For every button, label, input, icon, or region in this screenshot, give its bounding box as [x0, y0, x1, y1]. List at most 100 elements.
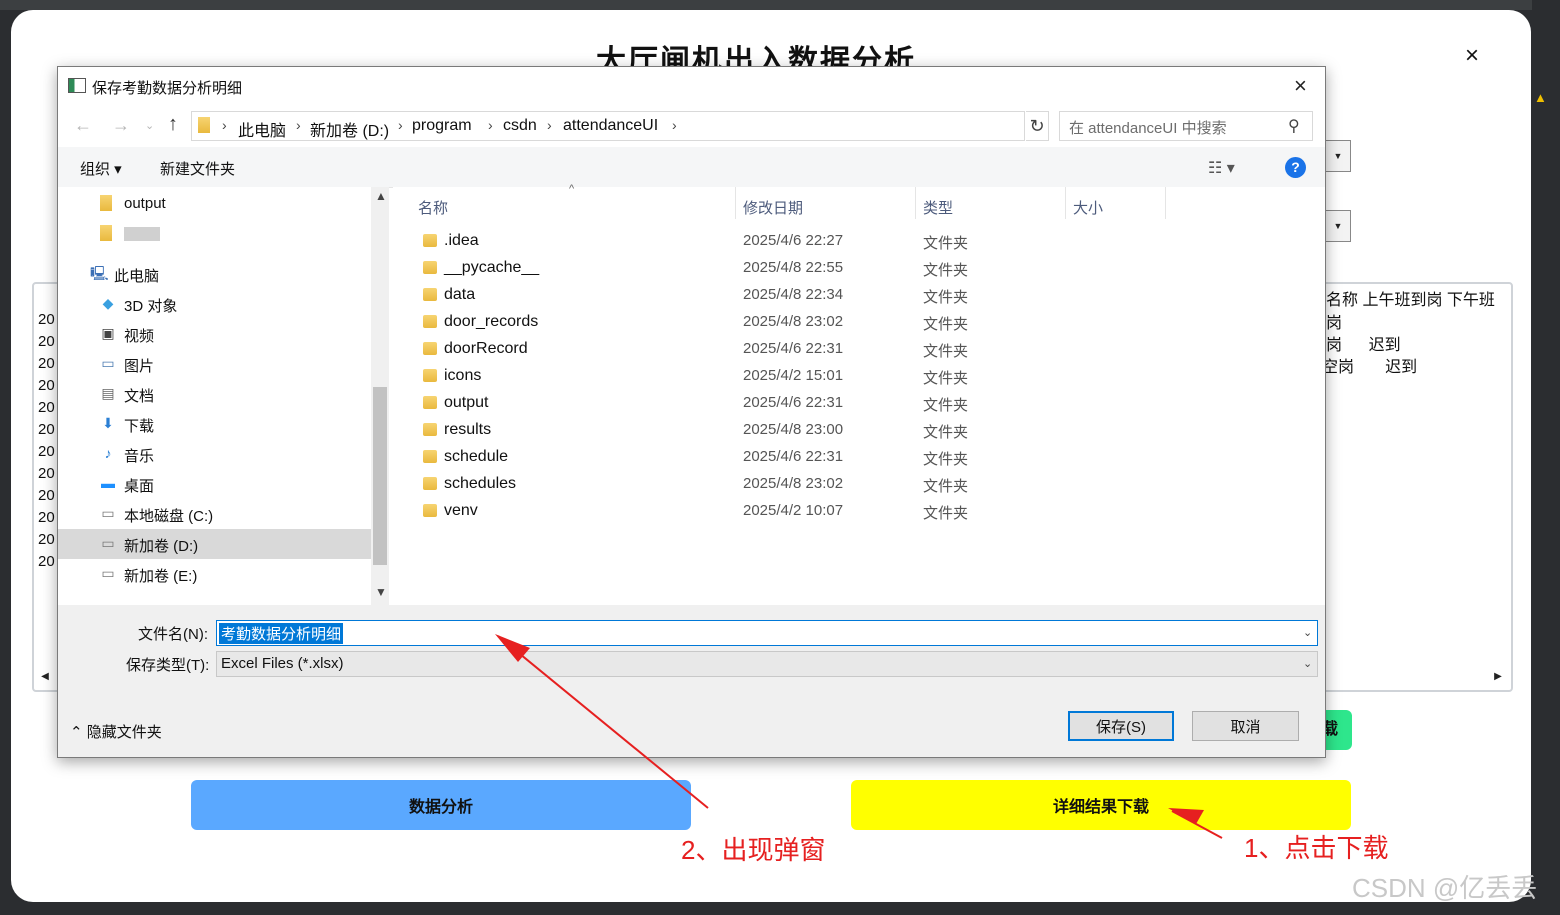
filetype-select[interactable]: Excel Files (*.xlsx) ⌄	[216, 651, 1318, 677]
nav-item[interactable]: ◆ 3D 对象	[58, 289, 371, 319]
file-type: 文件夹	[923, 451, 969, 468]
combo-dropdown[interactable]: ▼	[1326, 210, 1351, 242]
column-divider[interactable]	[1165, 187, 1166, 219]
scroll-up-icon[interactable]: ▲	[375, 189, 387, 203]
nav-item-label: 桌面	[124, 478, 155, 495]
file-row[interactable]: data 2025/4/8 22:34 文件夹	[403, 282, 1303, 309]
back-arrow-icon[interactable]: ←	[74, 115, 92, 136]
file-name: data	[444, 286, 476, 303]
year-prefix: 20	[38, 333, 55, 350]
file-type: 文件夹	[923, 424, 969, 441]
file-date: 2025/4/8 22:34	[743, 286, 844, 303]
file-type: 文件夹	[923, 343, 969, 360]
drive-icon: ▭	[101, 565, 115, 581]
save-button[interactable]: 保存(S)	[1068, 711, 1174, 741]
column-header-type[interactable]: 类型	[923, 197, 953, 218]
folder-icon	[423, 261, 437, 274]
search-icon[interactable]: ⚲	[1288, 116, 1300, 136]
column-divider[interactable]	[1065, 187, 1066, 219]
nav-item[interactable]: ⬇ 下载	[58, 409, 371, 439]
hide-folders-toggle[interactable]: ⌃ 隐藏文件夹	[70, 721, 162, 742]
folder-icon	[423, 288, 437, 301]
file-date: 2025/4/6 22:31	[743, 448, 844, 465]
column-header-size[interactable]: 大小	[1073, 197, 1103, 218]
column-divider[interactable]	[915, 187, 916, 219]
file-row[interactable]: doorRecord 2025/4/6 22:31 文件夹	[403, 336, 1303, 363]
breadcrumb-item[interactable]: csdn	[503, 117, 537, 135]
nav-item[interactable]	[58, 219, 371, 249]
analyze-button[interactable]: 数据分析	[191, 780, 691, 830]
nav-item[interactable]: 🖳 此电脑	[58, 259, 371, 289]
green-button-fragment[interactable]: 载	[1322, 710, 1352, 750]
cancel-button[interactable]: 取消	[1192, 711, 1299, 741]
file-row[interactable]: icons 2025/4/2 15:01 文件夹	[403, 363, 1303, 390]
file-row[interactable]: .idea 2025/4/6 22:27 文件夹	[403, 228, 1303, 255]
nav-item[interactable]: ♪ 音乐	[58, 439, 371, 469]
hide-folders-label: 隐藏文件夹	[86, 724, 162, 741]
address-bar[interactable]: › 此电脑 › 新加卷 (D:) › program › csdn › atte…	[191, 111, 1143, 141]
file-row[interactable]: __pycache__ 2025/4/8 22:55 文件夹	[403, 255, 1303, 282]
result-row: 岗	[1326, 315, 1343, 332]
file-name: .idea	[444, 232, 479, 249]
scrollbar-thumb[interactable]	[373, 387, 387, 565]
drive-icon: ▭	[101, 505, 115, 521]
file-row[interactable]: results 2025/4/8 23:00 文件夹	[403, 417, 1303, 444]
window-icon	[68, 78, 86, 93]
nav-item-label: 此电脑	[114, 268, 160, 285]
nav-item[interactable]: ▬ 桌面	[58, 469, 371, 499]
scroll-down-icon[interactable]: ▼	[375, 585, 387, 599]
refresh-icon[interactable]: ↻	[1026, 111, 1049, 141]
nav-item[interactable]: ▤ 文档	[58, 379, 371, 409]
folder-icon	[423, 234, 437, 247]
combo-dropdown[interactable]: ▼	[1326, 140, 1351, 172]
file-row[interactable]: door_records 2025/4/8 23:02 文件夹	[403, 309, 1303, 336]
warning-icon: ▲	[1534, 90, 1547, 105]
folder-icon	[423, 315, 437, 328]
chevron-down-icon[interactable]: ⌄	[1303, 626, 1312, 639]
column-header-name[interactable]: 名称	[418, 197, 448, 218]
file-row[interactable]: venv 2025/4/2 10:07 文件夹	[403, 498, 1303, 525]
file-date: 2025/4/2 15:01	[743, 367, 844, 384]
file-row[interactable]: output 2025/4/6 22:31 文件夹	[403, 390, 1303, 417]
nav-item[interactable]: ▭ 图片	[58, 349, 371, 379]
nav-item[interactable]: ▣ 视频	[58, 319, 371, 349]
organize-menu[interactable]: 组织 ▾	[80, 158, 122, 179]
chevron-down-icon[interactable]: ⌄	[1303, 657, 1312, 670]
scroll-left-icon[interactable]: ◀	[34, 668, 56, 686]
up-arrow-icon[interactable]: ↑	[168, 113, 178, 136]
view-options-icon[interactable]: ☷ ▾	[1208, 158, 1235, 178]
new-folder-button[interactable]: 新建文件夹	[160, 158, 235, 179]
breadcrumb-item[interactable]: 此电脑	[238, 117, 286, 141]
help-icon[interactable]: ?	[1285, 157, 1306, 178]
file-row[interactable]: schedules 2025/4/8 23:02 文件夹	[403, 471, 1303, 498]
folder-icon	[423, 504, 437, 517]
drive-icon: ▭	[101, 535, 115, 551]
app-close-icon[interactable]: ×	[1465, 42, 1479, 70]
nav-item[interactable]: ▭ 新加卷 (E:)	[58, 559, 371, 589]
watermark: CSDN @亿丢丢	[1352, 873, 1538, 903]
file-name: schedule	[444, 448, 509, 465]
breadcrumb-item[interactable]: program	[412, 117, 472, 135]
file-row[interactable]: schedule 2025/4/6 22:31 文件夹	[403, 444, 1303, 471]
filename-input[interactable]: 考勤数据分析明细 ⌄	[216, 620, 1318, 646]
nav-item[interactable]: output	[58, 189, 371, 219]
column-header-date[interactable]: 修改日期	[743, 197, 803, 218]
file-type: 文件夹	[923, 262, 969, 279]
year-prefix: 20	[38, 421, 55, 438]
search-input[interactable]: 在 attendanceUI 中搜索 ⚲	[1059, 111, 1313, 141]
nav-item[interactable]: ▭ 本地磁盘 (C:)	[58, 499, 371, 529]
scroll-right-icon[interactable]: ▶	[1488, 668, 1508, 686]
dialog-close-icon[interactable]: ×	[1294, 73, 1307, 99]
download-button[interactable]: 详细结果下载	[851, 780, 1351, 830]
recent-dropdown-icon[interactable]: ⌄	[145, 119, 154, 132]
filename-value: 考勤数据分析明细	[219, 623, 344, 644]
breadcrumb-separator: ›	[222, 117, 227, 133]
forward-arrow-icon[interactable]: →	[112, 115, 130, 136]
nav-scrollbar[interactable]: ▲ ▼	[371, 187, 389, 605]
breadcrumb-item[interactable]: 新加卷 (D:)	[310, 117, 389, 141]
nav-item-label: 音乐	[124, 448, 155, 465]
nav-item[interactable]: ▭ 新加卷 (D:)	[58, 529, 371, 559]
column-divider[interactable]	[735, 187, 736, 219]
file-name: icons	[444, 367, 482, 384]
breadcrumb-item[interactable]: attendanceUI	[563, 117, 658, 135]
